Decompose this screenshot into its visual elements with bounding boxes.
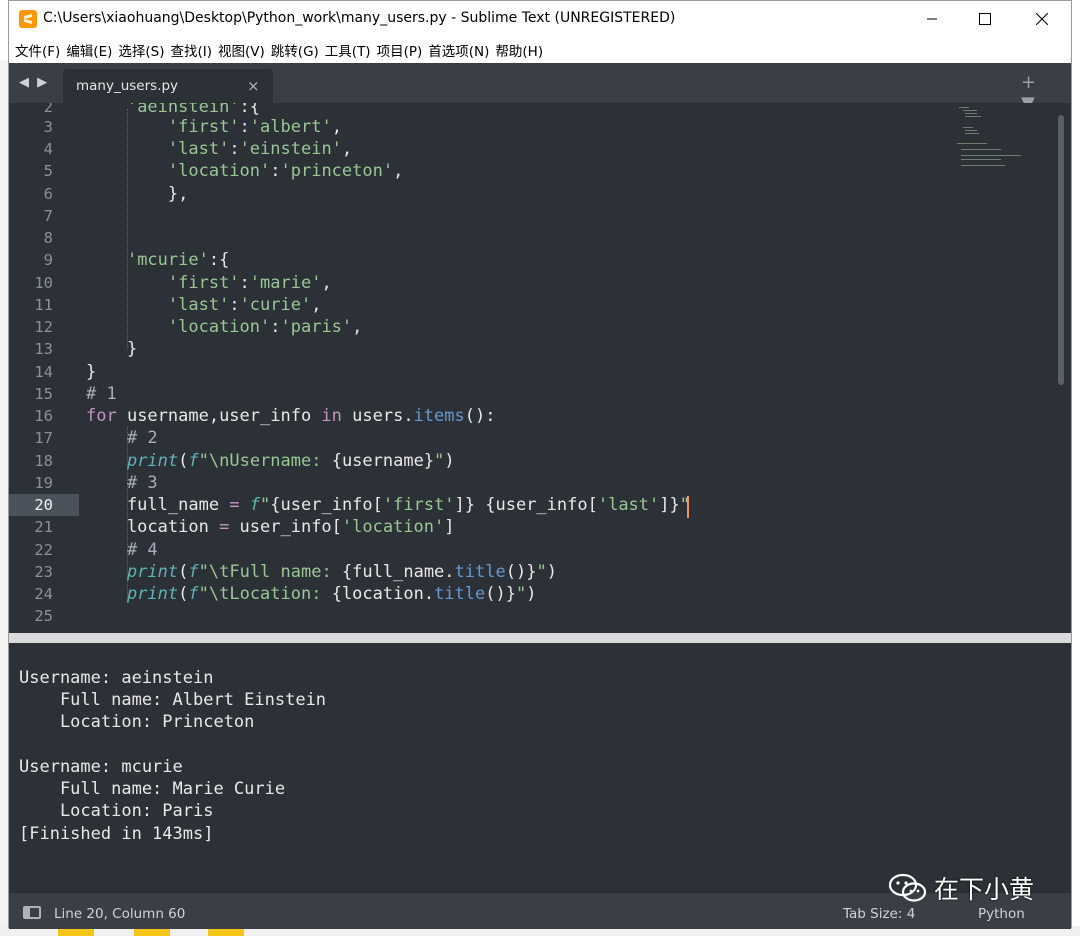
line-number: 12 [34, 318, 53, 336]
code-editor[interactable]: 2 3 4 5 6 7 8 9 10 11 12 13 14 15 16 17 … [9, 103, 1071, 633]
tab-label: many_users.py [76, 78, 179, 94]
line-number: 8 [43, 229, 53, 247]
code-line: # 2 [126, 428, 158, 448]
menu-view[interactable]: 视图(V) [218, 40, 271, 60]
menu-find[interactable]: 查找(I) [171, 40, 219, 60]
wechat-icon [888, 873, 927, 902]
tab-close-icon[interactable]: × [247, 77, 260, 95]
watermark-text: 在下小黄 [934, 875, 1035, 904]
title-bar[interactable]: C:\Users\xiaohuang\Desktop\Python_work\m… [9, 1, 1071, 37]
code-line: 'last':'curie', [167, 295, 322, 315]
code-line: 'first':'marie', [167, 273, 332, 293]
build-output-panel[interactable]: Username: aeinstein Full name: Albert Ei… [9, 643, 1071, 893]
sublime-logo-icon [19, 10, 37, 28]
code-line: for username,user_info in users.items(): [86, 406, 496, 426]
window-title: C:\Users\xiaohuang\Desktop\Python_work\m… [43, 10, 676, 26]
line-number: 11 [34, 296, 53, 314]
line-number: 7 [43, 207, 53, 225]
code-line: location = user_info['location'] [86, 517, 455, 537]
cursor-position[interactable]: Line 20, Column 60 [54, 906, 185, 922]
line-number-active: 20 [34, 496, 53, 514]
line-number: 13 [34, 340, 53, 358]
menu-project[interactable]: 项目(P) [377, 40, 429, 60]
code-line: print(f"\nUsername: {username}") [126, 451, 455, 471]
watermark: 在下小黄 [888, 870, 1034, 906]
line-number: 18 [34, 452, 53, 470]
menu-goto[interactable]: 跳转(G) [271, 40, 325, 60]
line-number: 22 [34, 541, 53, 559]
line-number: 23 [34, 563, 53, 581]
line-number: 5 [43, 162, 53, 180]
code-line: } [86, 362, 97, 382]
line-number: 4 [43, 140, 53, 158]
line-number: 6 [43, 185, 53, 203]
menu-file[interactable]: 文件(F) [15, 40, 66, 60]
output-line: [Finished in 143ms] [19, 824, 214, 844]
vertical-scrollbar[interactable] [1058, 115, 1064, 385]
output-line: Location: Princeton [19, 712, 255, 732]
code-line: 'mcurie':{ [126, 250, 230, 270]
menu-edit[interactable]: 编辑(E) [66, 40, 118, 60]
code-line: print(f"\tLocation: {location.title()}") [126, 584, 537, 604]
code-line: 'location':'princeton', [167, 161, 404, 181]
line-number: 16 [34, 407, 53, 425]
text-cursor [687, 496, 689, 518]
line-number: 17 [34, 429, 53, 447]
code-line: } [86, 339, 138, 359]
output-line: Username: aeinstein [19, 668, 214, 688]
syntax-indicator[interactable]: Python [978, 906, 1025, 922]
line-number: 14 [34, 363, 53, 381]
menu-bar: 文件(F) 编辑(E) 选择(S) 查找(I) 视图(V) 跳转(G) 工具(T… [9, 37, 1071, 63]
tab-navigation-arrows[interactable]: ◀ ▶ [19, 75, 49, 90]
code-line: }, [86, 184, 189, 204]
output-line: Username: mcurie [19, 757, 183, 777]
menu-selection[interactable]: 选择(S) [118, 40, 170, 60]
code-line: 'first':'albert', [167, 117, 342, 137]
line-number: 25 [34, 607, 53, 625]
line-number: 24 [34, 585, 53, 603]
tab-many-users[interactable]: many_users.py × [63, 69, 273, 103]
output-line: Full name: Albert Einstein [19, 690, 327, 710]
line-number: 19 [34, 474, 53, 492]
code-line: 'last':'einstein', [167, 139, 353, 159]
sublime-window: C:\Users\xiaohuang\Desktop\Python_work\m… [8, 0, 1072, 929]
tab-bar: ◀ ▶ many_users.py × + ▼ [9, 63, 1071, 114]
minimize-icon [927, 18, 937, 20]
code-line: full_name = f"{user_info['first']} {user… [86, 495, 690, 515]
maximize-button[interactable] [962, 1, 1008, 37]
maximize-icon [979, 13, 991, 25]
minimap[interactable] [953, 105, 1023, 175]
close-button[interactable] [1019, 1, 1065, 37]
close-icon [1036, 13, 1048, 25]
line-number: 10 [34, 274, 53, 292]
code-line: # 1 [86, 384, 117, 404]
output-line: Location: Paris [19, 801, 214, 821]
line-number: 21 [34, 518, 53, 536]
line-number: 15 [34, 385, 53, 403]
panel-splitter[interactable] [9, 633, 1071, 643]
line-number: 9 [43, 251, 53, 269]
menu-preferences[interactable]: 首选项(N) [428, 40, 495, 60]
code-line: # 4 [126, 540, 158, 560]
code-line: print(f"\tFull name: {full_name.title()}… [126, 562, 557, 582]
menu-help[interactable]: 帮助(H) [495, 40, 549, 60]
code-line: 'location':'paris', [167, 317, 363, 337]
panel-toggle-icon[interactable] [23, 906, 41, 919]
tab-size-indicator[interactable]: Tab Size: 4 [843, 906, 915, 922]
menu-tools[interactable]: 工具(T) [325, 40, 377, 60]
minimize-button[interactable] [909, 1, 955, 37]
output-line: Full name: Marie Curie [19, 779, 286, 799]
code-line: # 3 [126, 473, 158, 493]
line-number: 3 [43, 118, 53, 136]
